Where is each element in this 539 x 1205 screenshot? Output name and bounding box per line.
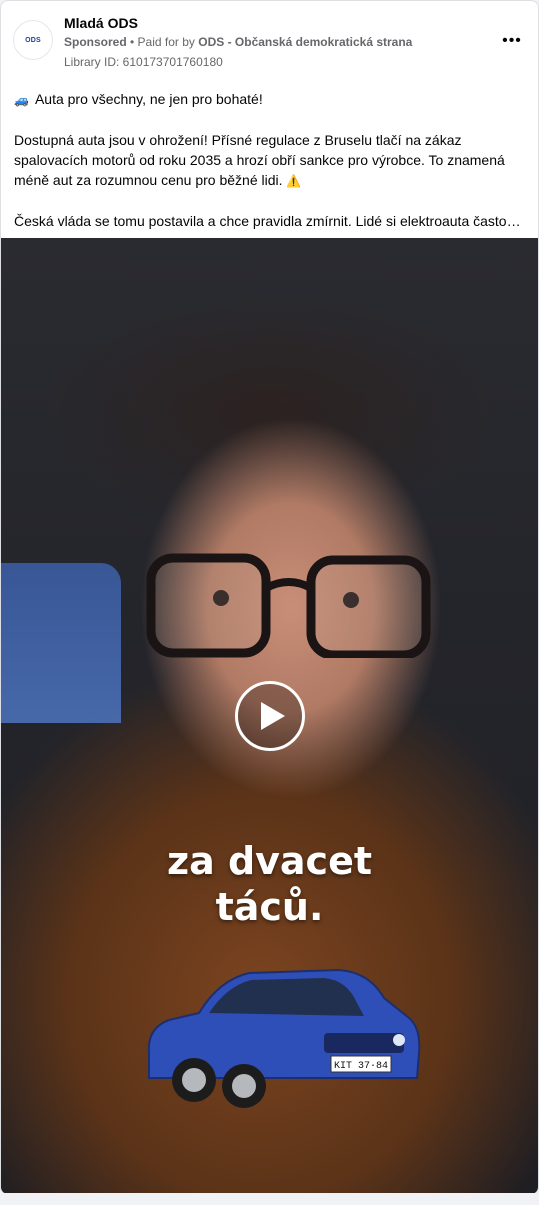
license-plate: KIT 37·84 [334,1061,388,1072]
feed-gap [0,1193,539,1205]
video-player[interactable]: za dvacet táců. KIT 37·84 [1,238,538,1194]
avatar[interactable]: ODS [13,20,53,60]
play-button[interactable] [235,681,305,751]
play-icon [261,702,285,730]
caption-line-1: za dvacet [166,839,373,883]
sponsored-label: Sponsored [64,35,127,49]
body-paragraph-2: Dostupná auta jsou v ohrožení! Přísné re… [14,130,526,191]
more-options-button[interactable]: ••• [500,29,524,53]
body-paragraph-3[interactable]: Česká vláda se tomu postavila a chce pra… [14,211,526,231]
car-emoji-icon: 🚙 [14,93,29,107]
ad-card: ODS Mladá ODS Sponsored • Paid for by OD… [0,0,539,1195]
body-paragraph-3-text: Česká vláda se tomu postavila a chce pra… [14,213,521,229]
body-line-1-text: Auta pro všechny, ne jen pro bohaté! [34,91,263,107]
avatar-logo: ODS [25,36,41,44]
post-body: 🚙 Auta pro všechny, ne jen pro bohaté! Do… [14,89,526,251]
body-paragraph-2-text: Dostupná auta jsou v ohrožení! Přísné re… [14,132,505,188]
sponsored-line: Sponsored • Paid for by ODS - Občanská d… [64,35,412,49]
paid-for-name: ODS - Občanská demokratická strana [198,35,413,49]
body-line-1: 🚙 Auta pro všechny, ne jen pro bohaté! [14,89,526,110]
warning-emoji-icon: ⚠️ [286,174,302,188]
car-window [1,563,121,723]
blue-car-sticker: KIT 37·84 [147,968,421,1108]
library-id: Library ID: 610173701760180 [64,55,223,69]
glasses-graphic [146,553,431,658]
page-name[interactable]: Mladá ODS [64,15,138,31]
paid-for-prefix: • Paid for by [126,35,199,49]
video-caption: za dvacet táců. [1,838,538,930]
post-header: ODS Mladá ODS Sponsored • Paid for by OD… [1,1,538,81]
caption-line-2: táců. [215,885,324,929]
